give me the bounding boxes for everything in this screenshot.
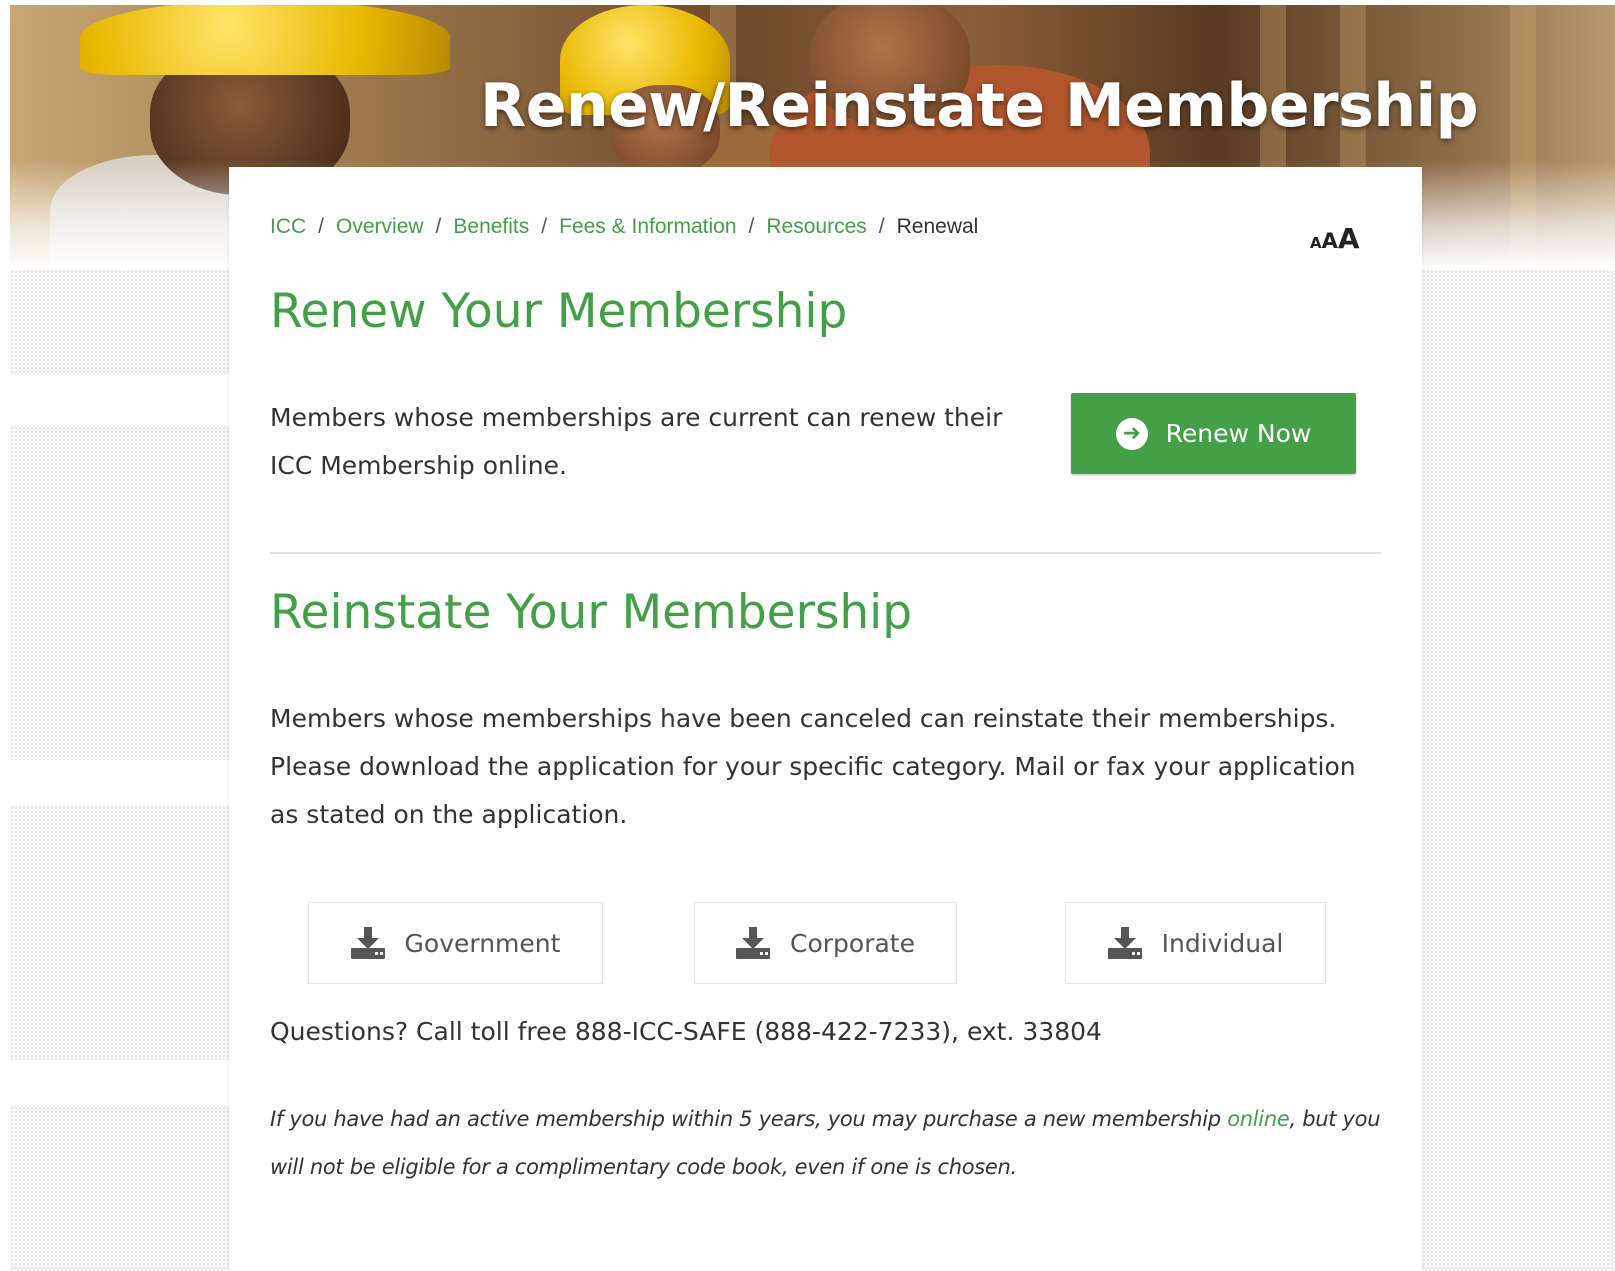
breadcrumb-benefits[interactable]: Benefits [453, 215, 529, 238]
section-divider [270, 552, 1381, 554]
download-individual-button[interactable]: Individual [1065, 902, 1326, 984]
reinstate-heading: Reinstate Your Membership [270, 585, 913, 640]
background-stripe [10, 760, 230, 805]
download-government-label: Government [404, 928, 561, 958]
content-card: ICC / Overview / Benefits / Fees & Information… [229, 167, 1422, 1271]
reinstate-description: Members whose memberships have been canc… [270, 704, 1356, 829]
hero-hard-hat [80, 5, 450, 75]
text-size-large-button[interactable]: A [1338, 222, 1360, 255]
eligibility-note: If you have had an active membership wit… [270, 1095, 1390, 1191]
download-icon [736, 927, 770, 959]
download-icon [350, 927, 385, 959]
online-link[interactable]: online [1227, 1107, 1290, 1131]
arrow-circle-right-icon: ➜ [1115, 417, 1148, 450]
breadcrumb-current: Renewal [896, 215, 979, 238]
download-corporate-button[interactable]: Corporate [694, 902, 957, 984]
background-stripe [10, 1060, 230, 1105]
text-size-medium-button[interactable]: A [1322, 229, 1338, 253]
questions-contact: Questions? Call toll free 888-ICC-SAFE (… [270, 1017, 1102, 1046]
breadcrumb-resources[interactable]: Resources [766, 215, 866, 238]
download-individual-label: Individual [1161, 928, 1284, 958]
renew-now-label: Renew Now [1165, 419, 1312, 448]
breadcrumb: ICC / Overview / Benefits / Fees & Information… [270, 215, 978, 239]
renew-description: Members whose memberships are current ca… [270, 403, 1003, 480]
breadcrumb-separator: / [541, 215, 548, 238]
breadcrumb-separator: / [318, 215, 325, 238]
background-stripe [10, 375, 230, 425]
breadcrumb-separator: / [435, 215, 442, 238]
download-corporate-label: Corporate [790, 928, 915, 958]
renew-now-button[interactable]: ➜ Renew Now [1071, 393, 1356, 474]
breadcrumb-icc[interactable]: ICC [270, 215, 306, 238]
text-size-controls: AAA [1310, 222, 1360, 255]
breadcrumb-fees-information[interactable]: Fees & Information [559, 215, 736, 238]
breadcrumb-separator: / [878, 215, 885, 238]
download-icon [1107, 927, 1142, 959]
text-size-small-button[interactable]: A [1310, 234, 1322, 252]
download-government-button[interactable]: Government [308, 902, 603, 984]
hero-title: Renew/Reinstate Membership [480, 71, 1479, 141]
renew-heading: Renew Your Membership [270, 284, 848, 339]
note-text-before: If you have had an active membership wit… [270, 1107, 1228, 1131]
breadcrumb-overview[interactable]: Overview [336, 215, 424, 238]
breadcrumb-separator: / [748, 215, 755, 238]
